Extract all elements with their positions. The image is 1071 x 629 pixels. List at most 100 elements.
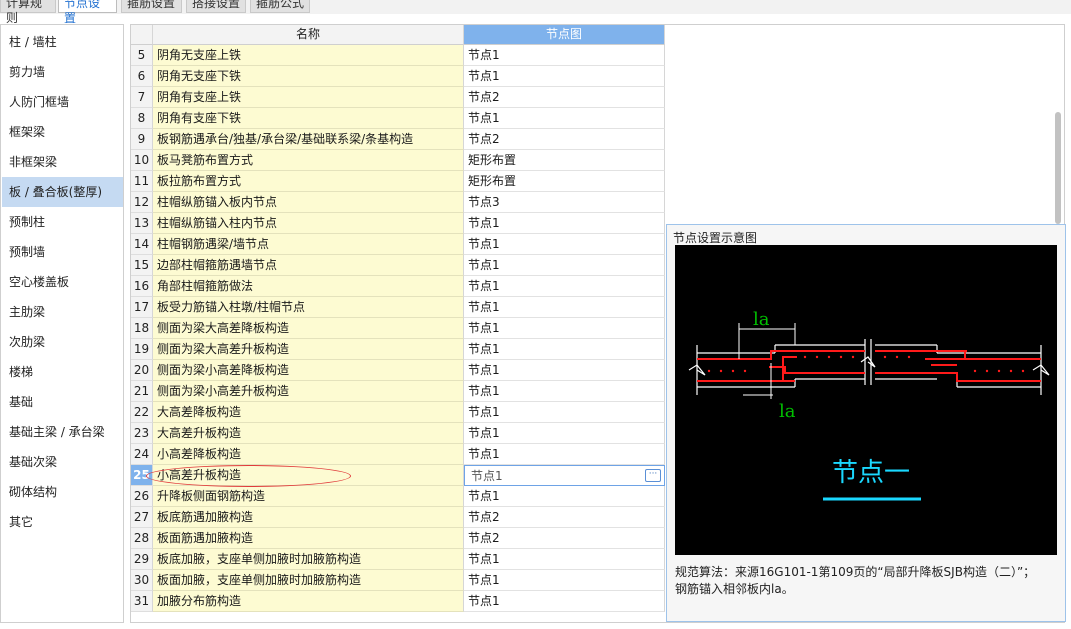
sidebar-item-foundation-main-beam[interactable]: 基础主梁 / 承台梁 [2,417,123,447]
sidebar-item-precast-column[interactable]: 预制柱 [2,207,123,237]
sidebar-item-precast-wall[interactable]: 预制墙 [2,237,123,267]
table-row[interactable]: 30 板面加腋，支座单侧加腋时加腋筋构造 节点1 [131,570,665,591]
row-name: 阴角有支座下铁 [153,108,464,129]
tab-label: 箍筋设置 [127,0,176,10]
row-number: 12 [131,192,153,213]
tab-bar: 计算规则 节点设置 箍筋设置 搭接设置 箍筋公式 [0,0,1071,25]
row-node-value[interactable]: 节点1 [464,360,665,381]
row-node-value[interactable]: 节点1 [464,45,665,66]
row-node-value-editor[interactable]: 节点1 ··· [464,465,665,486]
sidebar-item-masonry[interactable]: 砌体结构 [2,477,123,507]
sidebar-item-civil-defense-door-wall[interactable]: 人防门框墙 [2,87,123,117]
row-name: 边部柱帽箍筋遇墙节点 [153,255,464,276]
row-number: 6 [131,66,153,87]
table-row[interactable]: 6 阴角无支座下铁 节点1 [131,66,665,87]
row-node-value[interactable]: 节点3 [464,192,665,213]
row-node-value[interactable]: 节点1 [464,318,665,339]
table-row[interactable]: 24 小高差降板构造 节点1 [131,444,665,465]
ellipsis-button[interactable]: ··· [645,469,661,482]
sidebar-item-frame-beam[interactable]: 框架梁 [2,117,123,147]
tab-lap-settings[interactable]: 搭接设置 [186,0,246,13]
column-header-node-diagram[interactable]: 节点图 [464,25,665,45]
row-node-value[interactable]: 节点1 [464,297,665,318]
row-node-value[interactable]: 节点1 [464,339,665,360]
row-node-value[interactable]: 节点1 [464,486,665,507]
table-row[interactable]: 27 板底筋遇加腋构造 节点2 [131,507,665,528]
row-node-value[interactable]: 节点2 [464,129,665,150]
sidebar-item-main-rib-beam[interactable]: 主肋梁 [2,297,123,327]
row-node-value[interactable]: 节点1 [464,213,665,234]
row-node-value[interactable]: 节点1 [464,591,665,612]
table-row[interactable]: 16 角部柱帽箍筋做法 节点1 [131,276,665,297]
row-node-value[interactable]: 矩形布置 [464,150,665,171]
tab-label: 计算规则 [6,0,43,25]
tab-stirrup-formula[interactable]: 箍筋公式 [250,0,310,13]
sidebar-item-stairs[interactable]: 楼梯 [2,357,123,387]
component-sidebar: 柱 / 墙柱 剪力墙 人防门框墙 框架梁 非框架梁 板 / 叠合板(整厚) 预制… [0,24,124,623]
row-node-value[interactable]: 节点2 [464,507,665,528]
row-name: 角部柱帽箍筋做法 [153,276,464,297]
table-row[interactable]: 28 板面筋遇加腋构造 节点2 [131,528,665,549]
row-node-value[interactable]: 节点1 [464,255,665,276]
row-number: 11 [131,171,153,192]
table-row[interactable]: 12 柱帽纵筋锚入板内节点 节点3 [131,192,665,213]
table-row[interactable]: 15 边部柱帽箍筋遇墙节点 节点1 [131,255,665,276]
table-row[interactable]: 10 板马凳筋布置方式 矩形布置 [131,150,665,171]
sidebar-item-slab[interactable]: 板 / 叠合板(整厚) [2,177,123,207]
table-row[interactable]: 26 升降板侧面钢筋构造 节点1 [131,486,665,507]
row-number: 22 [131,402,153,423]
row-name: 柱帽纵筋锚入柱内节点 [153,213,464,234]
row-name: 侧面为梁大高差降板构造 [153,318,464,339]
row-node-value[interactable]: 节点1 [464,402,665,423]
table-row[interactable]: 17 板受力筋锚入柱墩/柱帽节点 节点1 [131,297,665,318]
row-name: 升降板侧面钢筋构造 [153,486,464,507]
sidebar-item-secondary-rib-beam[interactable]: 次肋梁 [2,327,123,357]
row-node-value[interactable]: 节点1 [464,381,665,402]
dimension-label-bottom: la [779,401,796,422]
tab-calc-rules[interactable]: 计算规则 [0,0,56,25]
row-node-value[interactable]: 矩形布置 [464,171,665,192]
table-row[interactable]: 31 加腋分布筋构造 节点1 [131,591,665,612]
sidebar-item-hollow-floor-slab[interactable]: 空心楼盖板 [2,267,123,297]
sidebar-item-foundation[interactable]: 基础 [2,387,123,417]
rule-description-line2: 钢筋锚入相邻板内la。 [675,582,794,596]
row-number: 8 [131,108,153,129]
row-name: 板底加腋，支座单侧加腋时加腋筋构造 [153,549,464,570]
sidebar-item-column[interactable]: 柱 / 墙柱 [2,27,123,57]
sidebar-item-non-frame-beam[interactable]: 非框架梁 [2,147,123,177]
row-node-value[interactable]: 节点1 [464,549,665,570]
sidebar-item-shear-wall[interactable]: 剪力墙 [2,57,123,87]
table-row[interactable]: 8 阴角有支座下铁 节点1 [131,108,665,129]
row-number: 21 [131,381,153,402]
table-row[interactable]: 9 板钢筋遇承台/独基/承台梁/基础联系梁/条基构造 节点2 [131,129,665,150]
row-node-value[interactable]: 节点1 [464,423,665,444]
column-header-name[interactable]: 名称 [153,25,464,45]
tab-node-settings[interactable]: 节点设置 [58,0,117,25]
table-row[interactable]: 22 大高差降板构造 节点1 [131,402,665,423]
table-row[interactable]: 20 侧面为梁小高差降板构造 节点1 [131,360,665,381]
table-row[interactable]: 18 侧面为梁大高差降板构造 节点1 [131,318,665,339]
sidebar-item-other[interactable]: 其它 [2,507,123,537]
row-node-value[interactable]: 节点2 [464,528,665,549]
scrollbar-thumb[interactable] [1055,112,1061,224]
table-row[interactable]: 29 板底加腋，支座单侧加腋时加腋筋构造 节点1 [131,549,665,570]
row-node-value[interactable]: 节点1 [464,444,665,465]
table-row[interactable]: 21 侧面为梁小高差升板构造 节点1 [131,381,665,402]
rule-description-line1: 规范算法：来源16G101-1第109页的“局部升降板SJB构造（二）”； [675,565,1036,579]
sidebar-item-foundation-secondary-beam[interactable]: 基础次梁 [2,447,123,477]
row-name: 板面筋遇加腋构造 [153,528,464,549]
table-row[interactable]: 7 阴角有支座上铁 节点2 [131,87,665,108]
table-row[interactable]: 23 大高差升板构造 节点1 [131,423,665,444]
table-row[interactable]: 14 柱帽钢筋遇梁/墙节点 节点1 [131,234,665,255]
table-row[interactable]: 19 侧面为梁大高差升板构造 节点1 [131,339,665,360]
row-node-value[interactable]: 节点1 [464,570,665,591]
row-node-value[interactable]: 节点2 [464,87,665,108]
row-node-value[interactable]: 节点1 [464,234,665,255]
table-row[interactable]: 11 板拉筋布置方式 矩形布置 [131,171,665,192]
table-row[interactable]: 5 阴角无支座上铁 节点1 [131,45,665,66]
row-node-value[interactable]: 节点1 [464,66,665,87]
row-node-value[interactable]: 节点1 [464,276,665,297]
table-row[interactable]: 13 柱帽纵筋锚入柱内节点 节点1 [131,213,665,234]
tab-stirrup-settings[interactable]: 箍筋设置 [121,0,182,13]
row-node-value[interactable]: 节点1 [464,108,665,129]
